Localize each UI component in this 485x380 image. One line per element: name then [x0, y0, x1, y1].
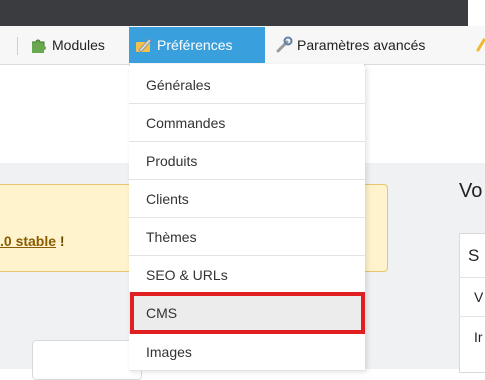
dropdown-item-generales[interactable]: Générales [129, 66, 365, 104]
menu-item-label: Modules [52, 37, 105, 53]
panel-divider [459, 316, 485, 317]
pencil-icon [476, 36, 485, 54]
dropdown-item-seo-urls[interactable]: SEO & URLs [129, 256, 365, 294]
section-heading: Vo [459, 180, 483, 202]
dropdown-item-images[interactable]: Images [129, 333, 365, 371]
dropdown-item-themes[interactable]: Thèmes [129, 218, 365, 256]
dropdown-item-clients[interactable]: Clients [129, 180, 365, 218]
top-bar-end [468, 0, 485, 26]
top-admin-bar [0, 0, 485, 26]
menu-item-label: Préférences [157, 37, 233, 53]
puzzle-icon [30, 36, 48, 54]
version-link[interactable]: .0 stable [0, 233, 56, 249]
menu-item-preferences[interactable]: Préférences [129, 27, 265, 63]
dropdown-item-commandes[interactable]: Commandes [129, 104, 365, 142]
highlight-box [130, 292, 365, 334]
dashboard-box [32, 340, 142, 380]
alert-message: .0 stable ! [0, 233, 65, 249]
panel-row: V [474, 289, 484, 305]
panel-title: S [468, 246, 480, 265]
menu-item-modules[interactable]: Modules [30, 27, 105, 63]
menu-separator [17, 37, 18, 55]
panel-divider [459, 277, 485, 278]
menu-item-label: Paramètres avancés [297, 37, 426, 53]
panel-row: Ir [474, 329, 483, 345]
tools-icon [275, 36, 293, 54]
wrench-icon [135, 36, 153, 54]
menu-item-next[interactable] [476, 27, 485, 63]
dropdown-item-produits[interactable]: Produits [129, 142, 365, 180]
alert-suffix: ! [56, 233, 65, 249]
menu-item-advanced-parameters[interactable]: Paramètres avancés [275, 27, 425, 63]
